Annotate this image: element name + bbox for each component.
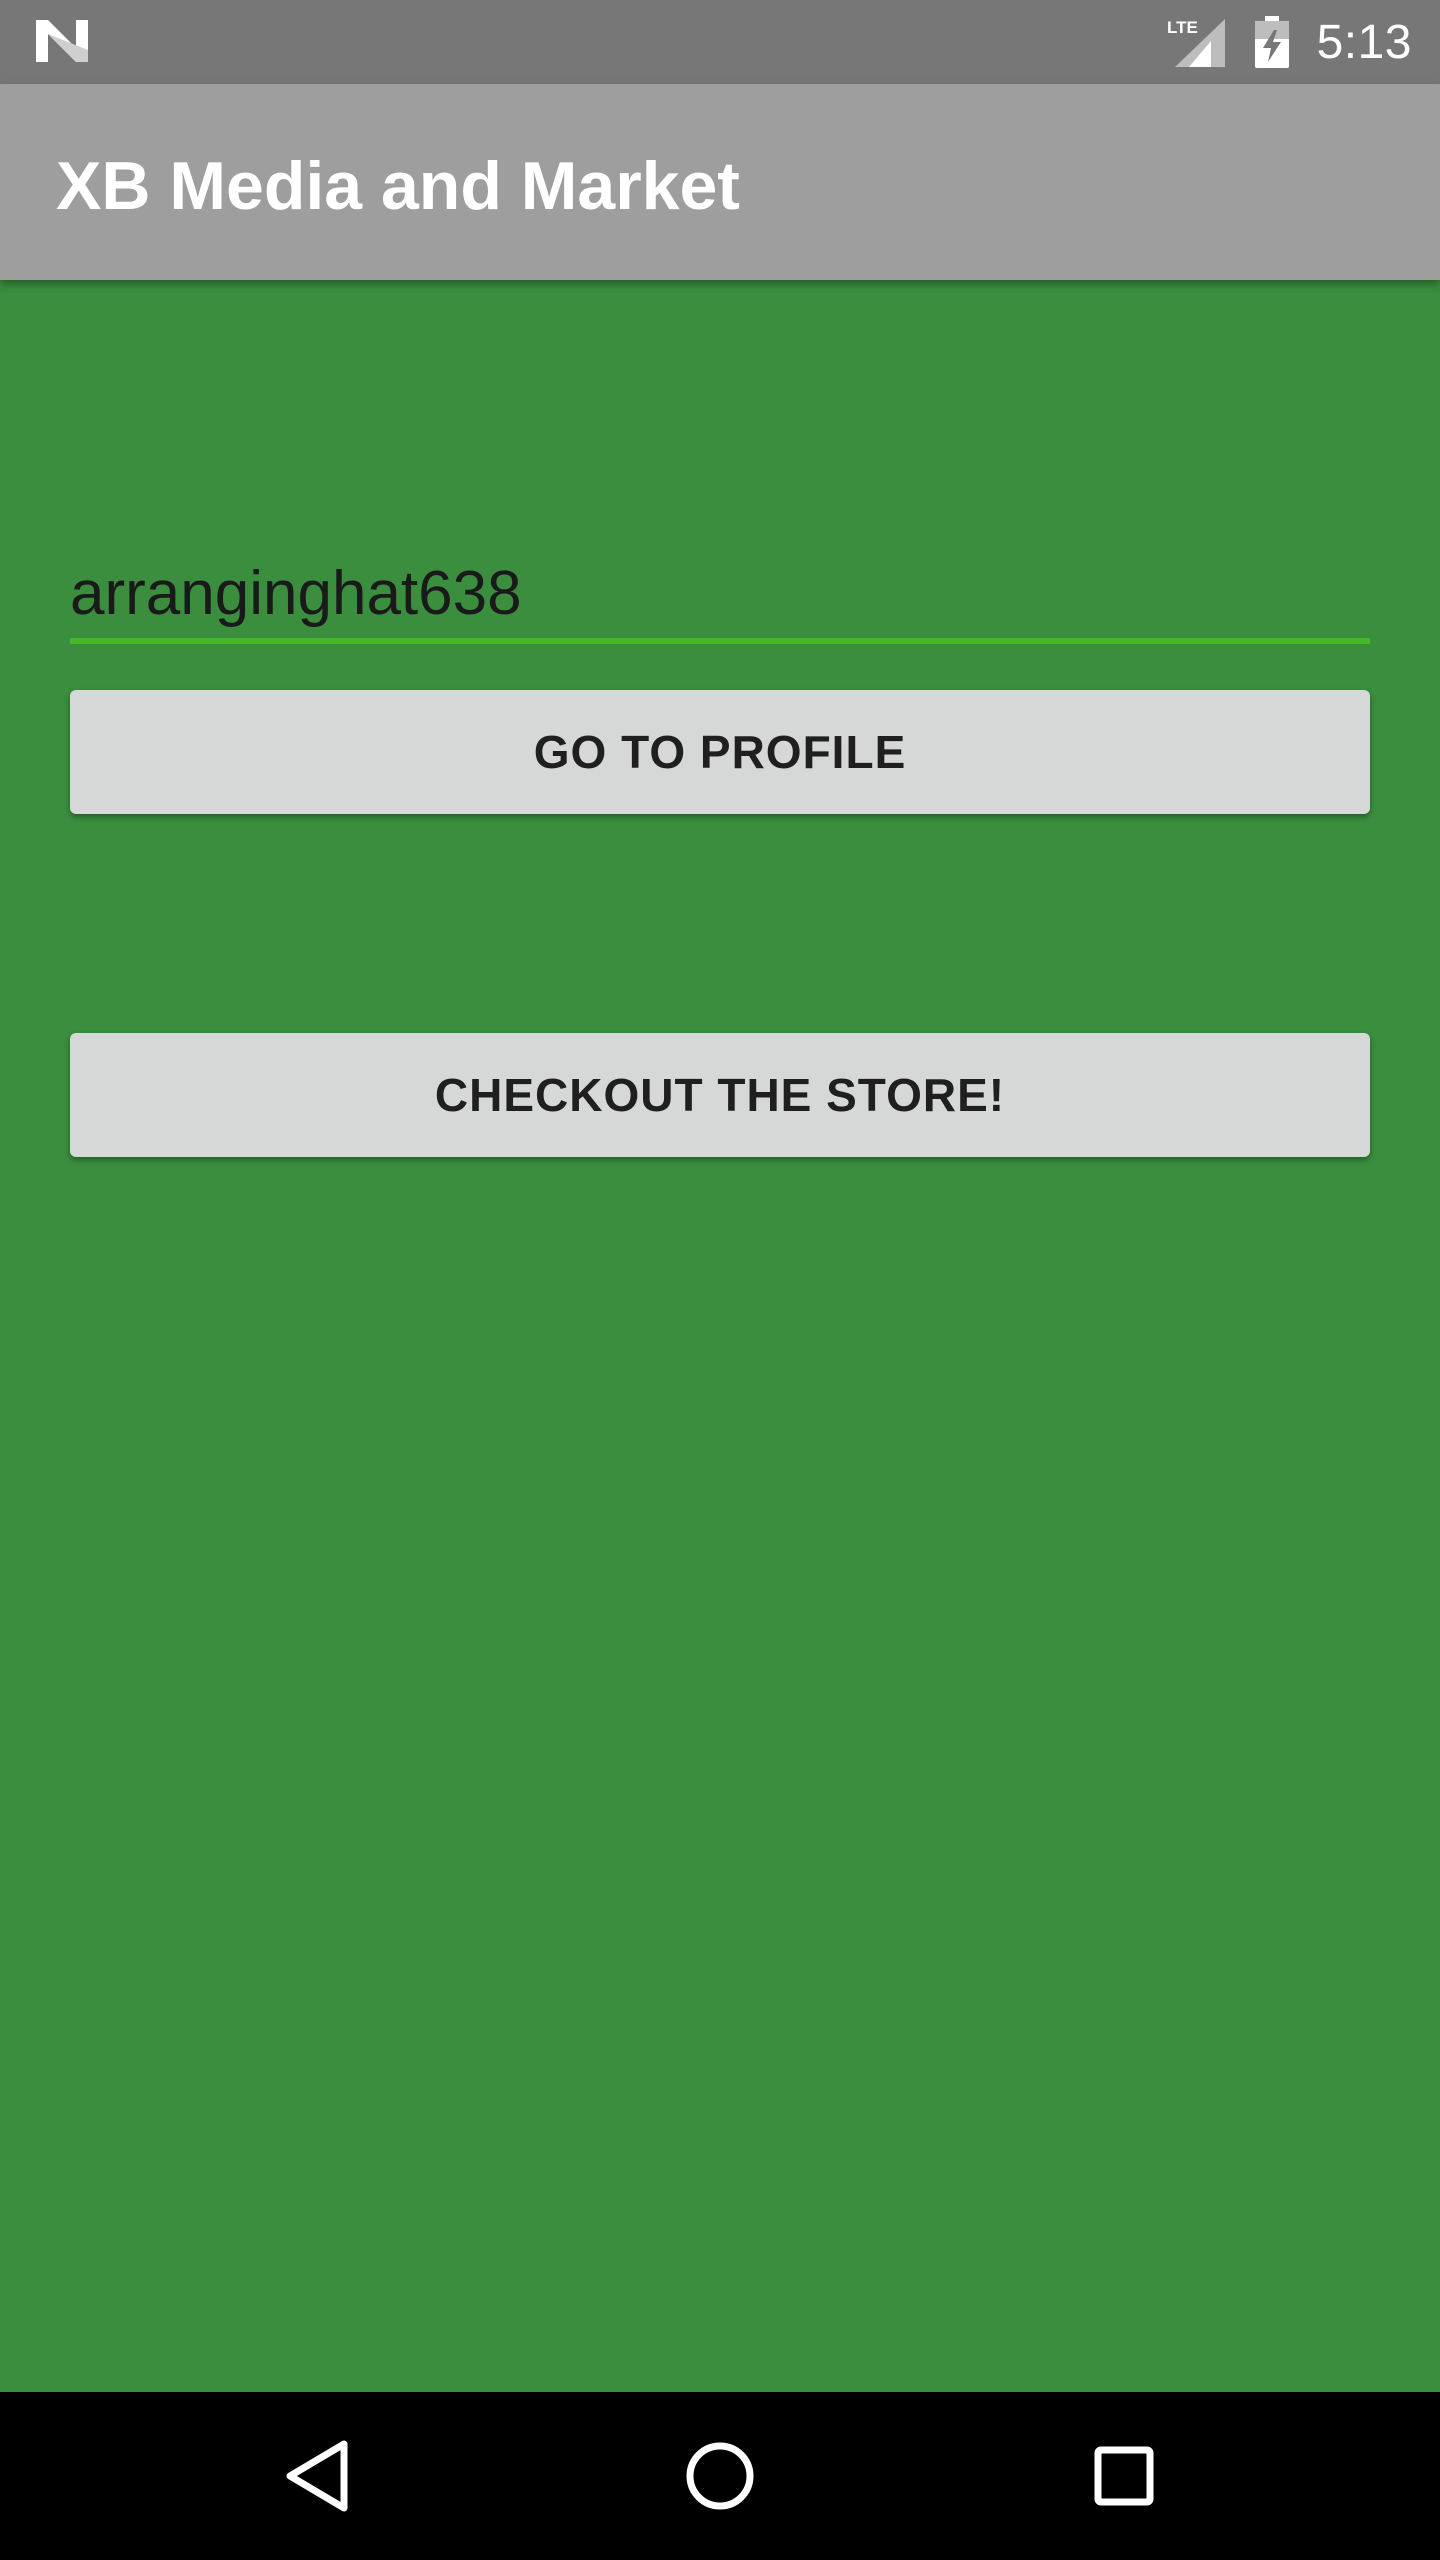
app-title: XB Media and Market [56,148,740,224]
status-icons: LTE 5:13 [1167,0,1412,84]
app-screen: LTE 5:13 XB Media and Market GO TO PROFI… [0,0,1440,2560]
status-bar: LTE 5:13 [0,0,1440,84]
checkout-store-button[interactable]: CHECKOUT THE STORE! [70,1033,1370,1157]
username-input[interactable] [70,548,1370,644]
go-to-profile-button[interactable]: GO TO PROFILE [70,690,1370,814]
navigation-bar [0,2392,1440,2560]
battery-charging-icon [1254,16,1289,68]
lte-signal-icon: LTE [1167,15,1229,69]
clock: 5:13 [1316,15,1412,69]
lte-label: LTE [1167,18,1198,37]
notification-n-icon [36,20,88,62]
back-icon[interactable] [266,2426,366,2526]
app-bar: XB Media and Market [0,84,1440,280]
home-icon[interactable] [670,2426,770,2526]
recents-icon[interactable] [1074,2426,1174,2526]
